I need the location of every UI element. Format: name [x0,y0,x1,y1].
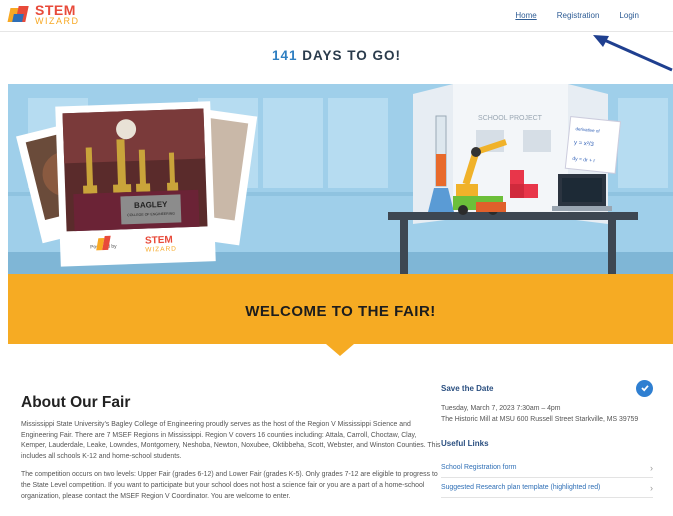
site-header: STEM WIZARD Home Registration Login [0,0,673,32]
save-the-date-body: Tuesday, March 7, 2023 7:30am – 4pm The … [441,404,653,425]
hero-logo-wizard: WIZARD [145,246,177,254]
logo-text-wizard: WIZARD [35,15,80,26]
research-plan-link[interactable]: Suggested Research plan template (highli… [441,484,600,491]
useful-link-item[interactable]: Suggested Research plan template (highli… [441,478,653,499]
save-the-date-header: Save the Date [441,378,653,398]
logo-mark-icon [7,4,31,24]
welcome-pointer [326,344,354,356]
useful-links-title: Useful Links [441,439,489,449]
save-the-date-title: Save the Date [441,383,494,393]
plaque-line1: BAGLEY [134,200,168,210]
hero-illustration: BAGLEY COLLEGE OF ENGINEERING Powered by… [8,84,673,274]
logo-text-stem: STEM [35,1,76,18]
countdown-banner: 141 DAYS TO GO! [0,48,673,63]
countdown-number: 141 [271,48,298,63]
nav-login-link[interactable]: Login [619,11,639,20]
sidebar: Save the Date Tuesday, March 7, 2023 7:3… [441,378,653,499]
event-datetime: Tuesday, March 7, 2023 7:30am – 4pm [441,405,561,412]
board-title: SCHOOL PROJECT [478,115,543,122]
about-section: About Our Fair Mississippi State Univers… [21,394,441,510]
stem-wizard-logo[interactable]: STEM WIZARD [7,1,80,26]
school-registration-link[interactable]: School Registration form [441,464,516,471]
useful-link-item[interactable]: School Registration form › [441,458,653,479]
countdown-text: DAYS TO GO! [302,48,402,63]
about-paragraph-1: Mississippi State University’s Bagley Co… [21,421,441,460]
check-circle-icon [636,379,653,397]
nav-registration-link[interactable]: Registration [557,11,600,20]
welcome-banner: WELCOME TO THE FAIR! [8,274,673,344]
nav-home-link[interactable]: Home [515,11,536,20]
about-paragraph-2: The competition occurs on two levels: Up… [21,471,438,500]
event-location: The Historic Mill at MSU 600 Russell Str… [441,415,639,423]
top-nav: Home Registration Login [515,11,639,20]
hero-banner: BAGLEY COLLEGE OF ENGINEERING Powered by… [8,84,673,274]
about-title: About Our Fair [21,394,131,411]
chevron-right-icon: › [650,482,653,493]
chevron-right-icon: › [650,462,653,473]
welcome-title: WELCOME TO THE FAIR! [245,302,436,320]
